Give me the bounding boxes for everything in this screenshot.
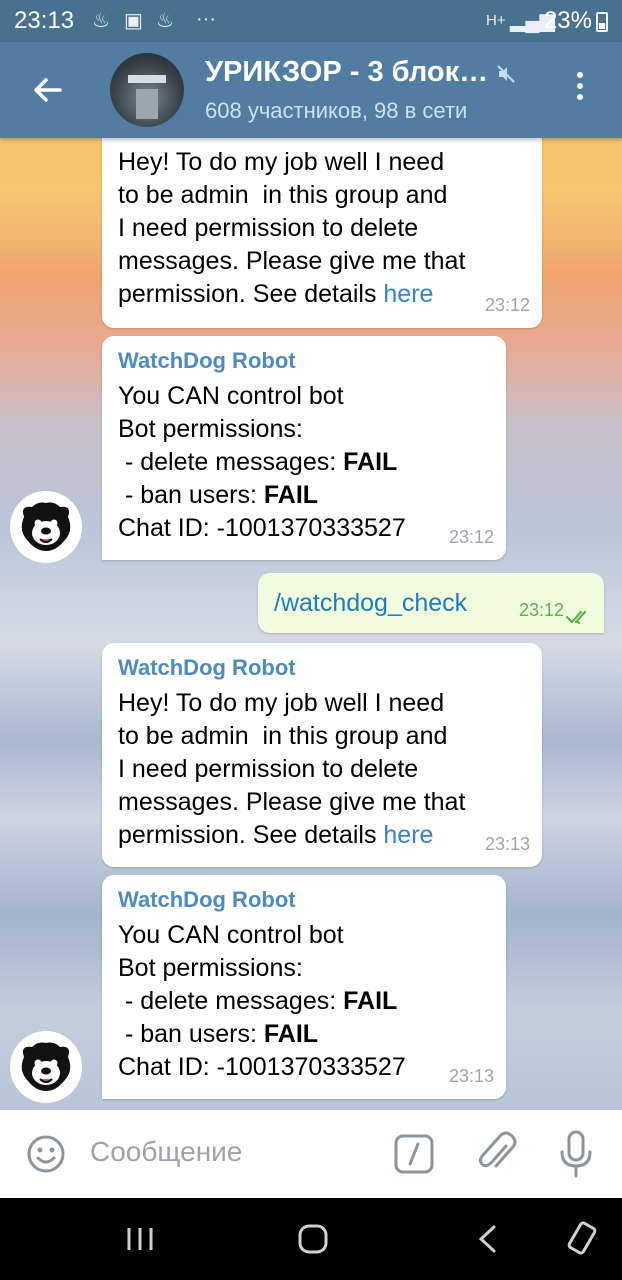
permission-label: - ban users: [118,481,264,509]
message-time: 23:13 [484,834,530,854]
message-time: 23:12 [484,295,530,315]
permission-label: - delete messages: [118,448,344,476]
image-icon: ▣ [124,10,143,32]
battery-percent: 23% [543,7,592,34]
message-time: 23:12 [518,600,564,620]
rotate-screen-icon[interactable] [564,1220,600,1256]
microphone-icon[interactable] [556,1130,596,1178]
recent-apps-icon[interactable] [126,1226,154,1252]
message-input[interactable]: Сообщение [90,1136,242,1168]
more-dots-icon: ··· [196,8,216,30]
bot-avatar[interactable] [10,1031,82,1103]
status-time: 23:13 [14,7,75,34]
network-type: H+ [486,12,506,29]
bot-avatar[interactable] [10,491,82,563]
message-bubble[interactable]: WatchDog Robot You CAN control bot Bot p… [102,875,506,1099]
message-line: You CAN control bot [118,382,344,410]
chat-title[interactable]: УРИКЗОР - 3 блок… [205,56,488,89]
permission-status: FAIL [343,987,398,1015]
message-line: I need permission to delete [118,214,419,242]
details-link[interactable]: here [383,280,433,308]
sender-name[interactable]: WatchDog Robot [118,653,526,683]
notification-icon: ♨ [156,10,174,32]
back-arrow-icon[interactable] [28,68,68,112]
read-checkmarks-icon [566,610,587,625]
permission-label: - delete messages: [118,987,344,1015]
more-menu-icon[interactable] [568,72,592,108]
muted-icon [497,65,515,83]
group-avatar[interactable] [110,53,184,127]
sender-name[interactable]: WatchDog Robot [118,885,490,915]
message-line: permission. See details [118,821,384,849]
outgoing-message-bubble[interactable]: /watchdog_check 23:12 [258,573,604,633]
message-line: to be admin in this group and [118,181,448,209]
home-icon[interactable] [298,1224,328,1254]
details-link[interactable]: here [383,821,433,849]
message-line: to be admin in this group and [118,722,448,750]
avatar-door [136,89,158,119]
message-line: messages. Please give me that [118,788,466,816]
message-bubble[interactable]: Hey! To do my job well I need to be admi… [102,138,542,328]
chat-header: УРИКЗОР - 3 блок… 608 участников, 98 в с… [0,42,622,138]
chat-id-line: Chat ID: -1001370333527 [118,1053,406,1081]
message-line: Bot permissions: [118,415,303,443]
message-time: 23:12 [448,527,494,547]
system-navigation-bar [0,1198,622,1280]
sender-name[interactable]: WatchDog Robot [118,346,490,376]
message-input-bar: Сообщение [0,1110,622,1198]
back-icon[interactable] [474,1224,500,1254]
permission-status: FAIL [343,448,398,476]
message-line: permission. See details [118,280,384,308]
message-time: 23:13 [448,1066,494,1086]
permission-label: - ban users: [118,1020,264,1048]
message-line: Hey! To do my job well I need [118,148,445,176]
avatar-logo [128,75,166,83]
notification-icon: ♨ [92,10,110,32]
battery-icon [596,12,608,32]
bot-commands-icon[interactable] [394,1134,434,1174]
message-line: messages. Please give me that [118,247,466,275]
attach-icon[interactable] [476,1130,518,1176]
message-bubble[interactable]: WatchDog Robot Hey! To do my job well I … [102,643,542,867]
chat-area[interactable]: Hey! To do my job well I need to be admi… [0,138,622,1110]
status-bar: 23:13 ♨ ▣ ♨ ··· H+ ▂▄▆ 23% [0,0,622,42]
permission-status: FAIL [263,481,319,509]
chat-id-line: Chat ID: -1001370333527 [118,514,406,542]
message-line: Bot permissions: [118,954,303,982]
message-line: I need permission to delete [118,755,419,783]
permission-status: FAIL [263,1020,319,1048]
emoji-icon[interactable] [26,1134,66,1174]
message-bubble[interactable]: WatchDog Robot You CAN control bot Bot p… [102,336,506,560]
chat-subtitle: 608 участников, 98 в сети [205,98,468,123]
message-line: You CAN control bot [118,921,344,949]
message-line: Hey! To do my job well I need [118,689,445,717]
